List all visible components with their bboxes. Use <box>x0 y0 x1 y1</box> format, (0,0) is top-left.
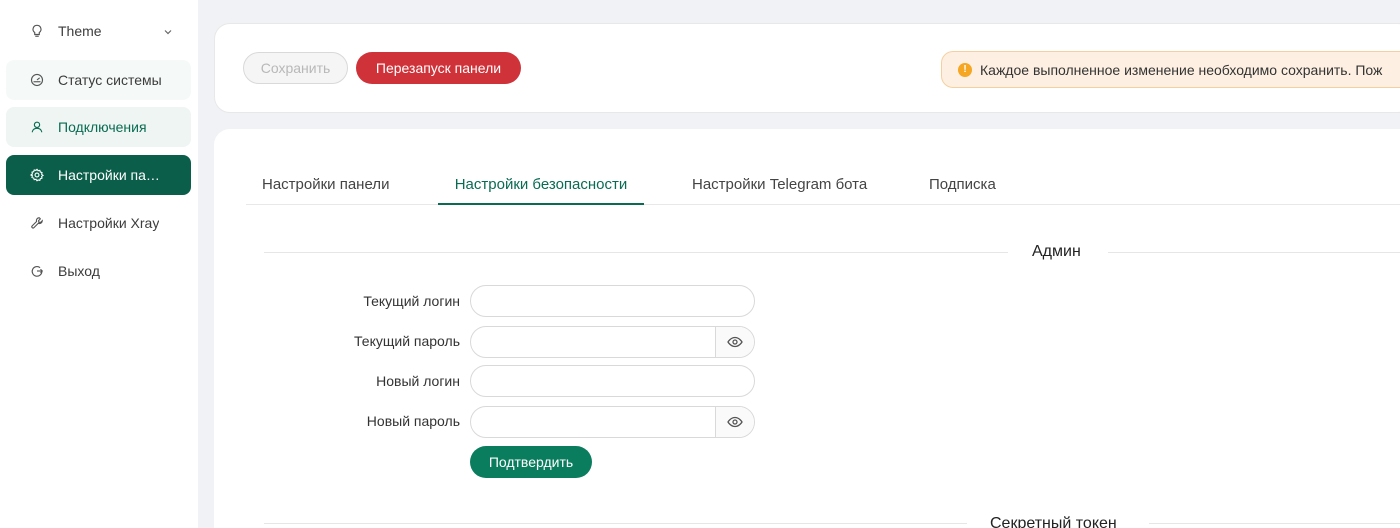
sidebar-item-label: Настройки Xray <box>58 215 160 231</box>
tool-icon <box>30 216 44 230</box>
sidebar-item-status[interactable]: Статус системы <box>6 60 191 100</box>
section-divider <box>1108 252 1400 253</box>
sidebar-item-xray-settings[interactable]: Настройки Xray <box>6 203 191 243</box>
logout-icon <box>30 264 44 278</box>
new-password-label: Новый пароль <box>366 413 460 429</box>
bulb-icon <box>30 24 44 38</box>
secret-token-section-title: Секретный токен <box>990 515 1117 528</box>
alert-text: Каждое выполненное изменение необходимо … <box>980 61 1383 78</box>
current-login-input[interactable] <box>470 285 755 317</box>
sidebar: Theme Статус системы Подключения Настрой… <box>0 0 198 528</box>
save-button[interactable]: Сохранить <box>243 52 348 84</box>
current-password-field <box>470 326 755 358</box>
current-password-label: Текущий пароль <box>354 333 460 349</box>
section-divider <box>1149 523 1400 524</box>
tab-telegram-settings[interactable]: Настройки Telegram бота <box>692 169 867 205</box>
eye-icon[interactable] <box>715 407 754 437</box>
theme-label: Theme <box>58 23 102 39</box>
tab-security-settings[interactable]: Настройки безопасности <box>438 169 644 205</box>
settings-tabs: Настройки панели Настройки безопасности … <box>246 169 1400 205</box>
sidebar-item-connections[interactable]: Подключения <box>6 107 191 147</box>
confirm-button[interactable]: Подтвердить <box>470 446 592 478</box>
admin-section-title: Админ <box>1032 243 1081 260</box>
current-password-input[interactable] <box>471 327 716 357</box>
gear-icon <box>30 168 44 182</box>
new-password-field <box>470 406 755 438</box>
save-warning-alert: ! Каждое выполненное изменение необходим… <box>941 51 1400 88</box>
new-login-label: Новый логин <box>376 373 460 389</box>
restart-panel-button[interactable]: Перезапуск панели <box>356 52 521 84</box>
chevron-down-icon <box>163 24 173 35</box>
user-icon <box>30 120 44 134</box>
section-divider <box>264 252 1008 253</box>
dashboard-icon <box>30 73 44 87</box>
current-login-label: Текущий логин <box>363 293 460 309</box>
tab-subscription[interactable]: Подписка <box>929 169 996 205</box>
warning-icon: ! <box>958 62 972 77</box>
sidebar-item-label: Статус системы <box>58 72 162 88</box>
sidebar-item-panel-settings[interactable]: Настройки па… <box>6 155 191 195</box>
sidebar-item-logout[interactable]: Выход <box>6 251 191 291</box>
tab-panel-settings[interactable]: Настройки панели <box>262 169 389 205</box>
theme-menu[interactable]: Theme <box>6 11 191 51</box>
sidebar-item-label: Настройки па… <box>58 167 160 183</box>
settings-card: Настройки панели Настройки безопасности … <box>214 129 1400 528</box>
sidebar-item-label: Выход <box>58 263 100 279</box>
action-bar: Сохранить Перезапуск панели ! Каждое вып… <box>214 23 1400 113</box>
section-divider <box>264 523 967 524</box>
sidebar-item-label: Подключения <box>58 119 147 135</box>
new-login-input[interactable] <box>470 365 755 397</box>
eye-icon[interactable] <box>715 327 754 357</box>
new-password-input[interactable] <box>471 407 716 437</box>
